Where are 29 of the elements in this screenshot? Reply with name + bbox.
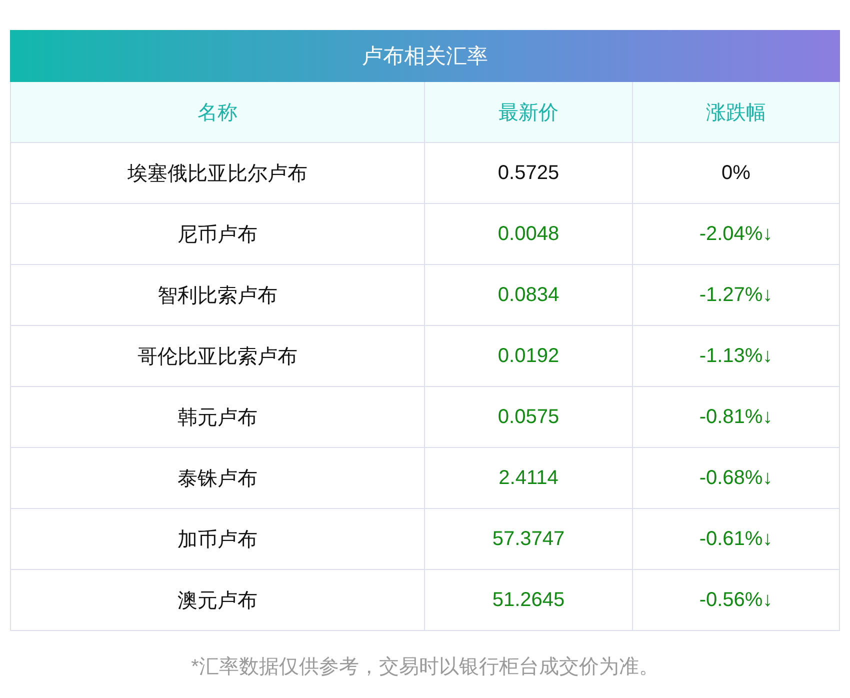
table-cell: 51.2645 [424,570,632,631]
table-cell: 韩元卢布 [10,387,424,448]
table-cell: 澳元卢布 [10,570,424,631]
table-title: 卢布相关汇率 [10,30,840,82]
table-cell: 57.3747 [424,509,632,570]
table-cell: -0.81%↓ [632,387,840,448]
table-cell: -0.68%↓ [632,448,840,509]
table-cell: 哥伦比亚比索卢布 [10,326,424,387]
table-cell: 0% [632,143,840,204]
table-cell: 埃塞俄比亚比尔卢布 [10,143,424,204]
column-header: 名称 [10,82,424,143]
table-cell: -0.61%↓ [632,509,840,570]
table-cell: 0.0575 [424,387,632,448]
footnote: *汇率数据仅供参考，交易时以银行柜台成交价为准。 [190,655,660,680]
column-header: 涨跌幅 [632,82,840,143]
table-cell: 0.0834 [424,265,632,326]
table-cell: 0.5725 [424,143,632,204]
table-cell: 0.0048 [424,204,632,265]
table-cell: -1.13%↓ [632,326,840,387]
table-cell: -1.27%↓ [632,265,840,326]
table-cell: 智利比索卢布 [10,265,424,326]
table-cell: 加币卢布 [10,509,424,570]
table-cell: 2.4114 [424,448,632,509]
table-cell: 尼币卢布 [10,204,424,265]
column-header: 最新价 [424,82,632,143]
table-cell: -2.04%↓ [632,204,840,265]
table-cell: 泰铢卢布 [10,448,424,509]
table-cell: -0.56%↓ [632,570,840,631]
table-cell: 0.0192 [424,326,632,387]
